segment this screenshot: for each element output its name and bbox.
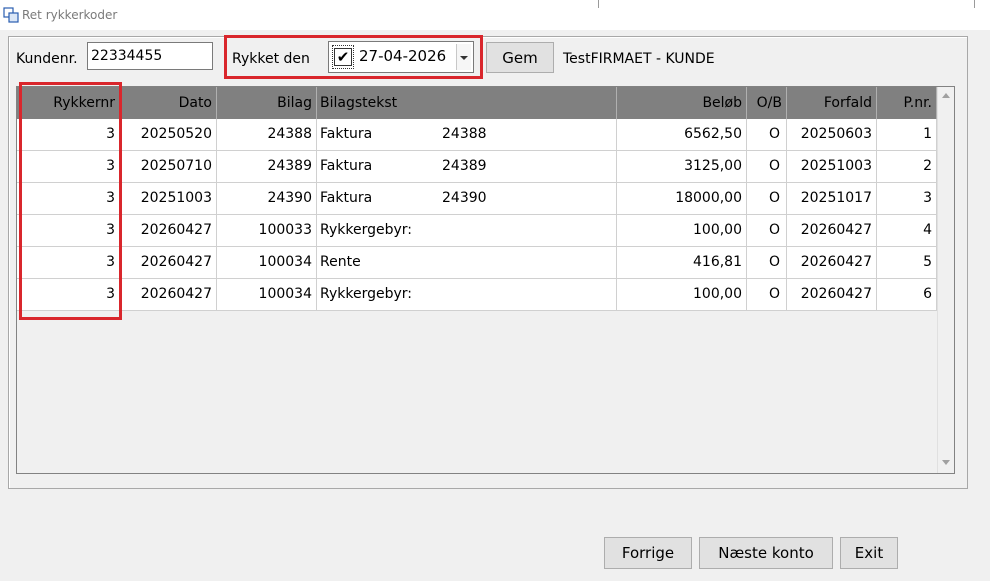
cell-bilagstekst-ref: 24388 — [442, 126, 487, 142]
cell-pnr[interactable]: 6 — [877, 279, 937, 310]
col-header-dato[interactable]: Dato — [120, 87, 217, 119]
col-header-ob[interactable]: O/B — [747, 87, 787, 119]
col-header-pnr[interactable]: P.nr. — [877, 87, 937, 119]
table-header: Rykkernr Dato Bilag Bilagstekst Beløb O/… — [17, 87, 937, 119]
exit-button-label: Exit — [854, 544, 884, 562]
window-title: Ret rykkerkoder — [22, 8, 118, 22]
naeste-konto-button-label: Næste konto — [718, 544, 814, 562]
kundenr-label: Kundenr. — [16, 51, 78, 67]
cell-dato[interactable]: 20250710 — [120, 151, 217, 182]
cell-belob[interactable]: 18000,00 — [617, 183, 747, 214]
rykket-den-label: Rykket den — [232, 51, 310, 67]
cell-ob[interactable]: O — [747, 247, 787, 278]
table-row[interactable]: 3 20251003 24390 Faktura 24390 18000,00 O… — [17, 183, 937, 215]
chevron-down-icon[interactable] — [456, 44, 471, 70]
customer-name: TestFIRMAET - KUNDE — [563, 51, 715, 67]
cell-bilagstekst-text: Faktura — [320, 190, 373, 206]
cell-bilagstekst-ref: 24390 — [442, 190, 487, 206]
cell-pnr[interactable]: 2 — [877, 151, 937, 182]
cell-bilagstekst[interactable]: Faktura 24389 — [317, 151, 617, 182]
table-row[interactable]: 3 20260427 100033 Rykkergebyr: 100,00 O … — [17, 215, 937, 247]
cell-forfald[interactable]: 20251003 — [787, 151, 877, 182]
cell-pnr[interactable]: 1 — [877, 119, 937, 150]
cell-bilagstekst-text: Rykkergebyr: — [320, 222, 412, 238]
cell-dato[interactable]: 20260427 — [120, 279, 217, 310]
cell-belob[interactable]: 6562,50 — [617, 119, 747, 150]
cell-ob[interactable]: O — [747, 183, 787, 214]
cell-pnr[interactable]: 4 — [877, 215, 937, 246]
cell-ob[interactable]: O — [747, 279, 787, 310]
cell-belob[interactable]: 3125,00 — [617, 151, 747, 182]
cell-bilag[interactable]: 100034 — [217, 247, 317, 278]
cell-bilag[interactable]: 24390 — [217, 183, 317, 214]
cell-belob[interactable]: 100,00 — [617, 279, 747, 310]
cell-bilagstekst-text: Faktura — [320, 158, 373, 174]
cell-belob[interactable]: 416,81 — [617, 247, 747, 278]
cell-forfald[interactable]: 20260427 — [787, 279, 877, 310]
cell-bilagstekst-ref: 24389 — [442, 158, 487, 174]
cell-belob[interactable]: 100,00 — [617, 215, 747, 246]
table-row[interactable]: 3 20250710 24389 Faktura 24389 3125,00 O … — [17, 151, 937, 183]
col-header-bilag[interactable]: Bilag — [217, 87, 317, 119]
cell-bilagstekst[interactable]: Rente — [317, 247, 617, 278]
forrige-button-label: Forrige — [621, 544, 675, 562]
cell-bilag[interactable]: 24388 — [217, 119, 317, 150]
col-header-bilagstekst[interactable]: Bilagstekst — [317, 87, 617, 119]
cell-bilagstekst-text: Rente — [320, 254, 361, 270]
cell-bilagstekst-text: Faktura — [320, 126, 373, 142]
cell-bilagstekst[interactable]: Rykkergebyr: — [317, 279, 617, 310]
cell-ob[interactable]: O — [747, 151, 787, 182]
cell-bilag[interactable]: 100033 — [217, 215, 317, 246]
gem-button[interactable]: Gem — [486, 42, 554, 73]
naeste-konto-button[interactable]: Næste konto — [699, 537, 833, 569]
app-icon — [3, 7, 19, 23]
table-row[interactable]: 3 20260427 100034 Rente 416,81 O 2026042… — [17, 247, 937, 279]
cell-ob[interactable]: O — [747, 215, 787, 246]
cell-forfald[interactable]: 20251017 — [787, 183, 877, 214]
titlebar-divider — [598, 0, 599, 8]
vertical-scrollbar[interactable] — [937, 87, 954, 473]
cell-dato[interactable]: 20260427 — [120, 247, 217, 278]
cell-bilag[interactable]: 24389 — [217, 151, 317, 182]
rykket-date-picker[interactable]: ✔ 27-04-2026 — [328, 41, 474, 73]
cell-bilagstekst[interactable]: Faktura 24390 — [317, 183, 617, 214]
check-icon: ✔ — [336, 48, 350, 66]
cell-forfald[interactable]: 20250603 — [787, 119, 877, 150]
cell-ob[interactable]: O — [747, 119, 787, 150]
cell-pnr[interactable]: 3 — [877, 183, 937, 214]
cell-dato[interactable]: 20260427 — [120, 215, 217, 246]
cell-pnr[interactable]: 5 — [877, 247, 937, 278]
table-row[interactable]: 3 20250520 24388 Faktura 24388 6562,50 O … — [17, 119, 937, 151]
cell-dato[interactable]: 20250520 — [120, 119, 217, 150]
cell-forfald[interactable]: 20260427 — [787, 247, 877, 278]
scroll-down-icon[interactable] — [942, 460, 950, 465]
cell-forfald[interactable]: 20260427 — [787, 215, 877, 246]
rykket-date-value: 27-04-2026 — [359, 47, 447, 65]
cell-bilagstekst-text: Rykkergebyr: — [320, 286, 412, 302]
exit-button[interactable]: Exit — [840, 537, 898, 569]
col-header-forfald[interactable]: Forfald — [787, 87, 877, 119]
rykker-table[interactable]: Rykkernr Dato Bilag Bilagstekst Beløb O/… — [16, 86, 955, 474]
cell-dato[interactable]: 20251003 — [120, 183, 217, 214]
table-row[interactable]: 3 20260427 100034 Rykkergebyr: 100,00 O … — [17, 279, 937, 311]
scroll-up-icon[interactable] — [942, 93, 950, 98]
kundenr-input[interactable] — [87, 42, 213, 70]
titlebar-divider — [974, 0, 975, 8]
gem-button-label: Gem — [502, 48, 538, 67]
col-header-belob[interactable]: Beløb — [617, 87, 747, 119]
title-bar: Ret rykkerkoder — [0, 0, 990, 30]
forrige-button[interactable]: Forrige — [604, 537, 692, 569]
cell-bilagstekst[interactable]: Faktura 24388 — [317, 119, 617, 150]
highlight-rykkernr-column — [19, 82, 122, 320]
rykket-checkbox[interactable]: ✔ — [334, 48, 352, 66]
cell-bilag[interactable]: 100034 — [217, 279, 317, 310]
cell-bilagstekst[interactable]: Rykkergebyr: — [317, 215, 617, 246]
